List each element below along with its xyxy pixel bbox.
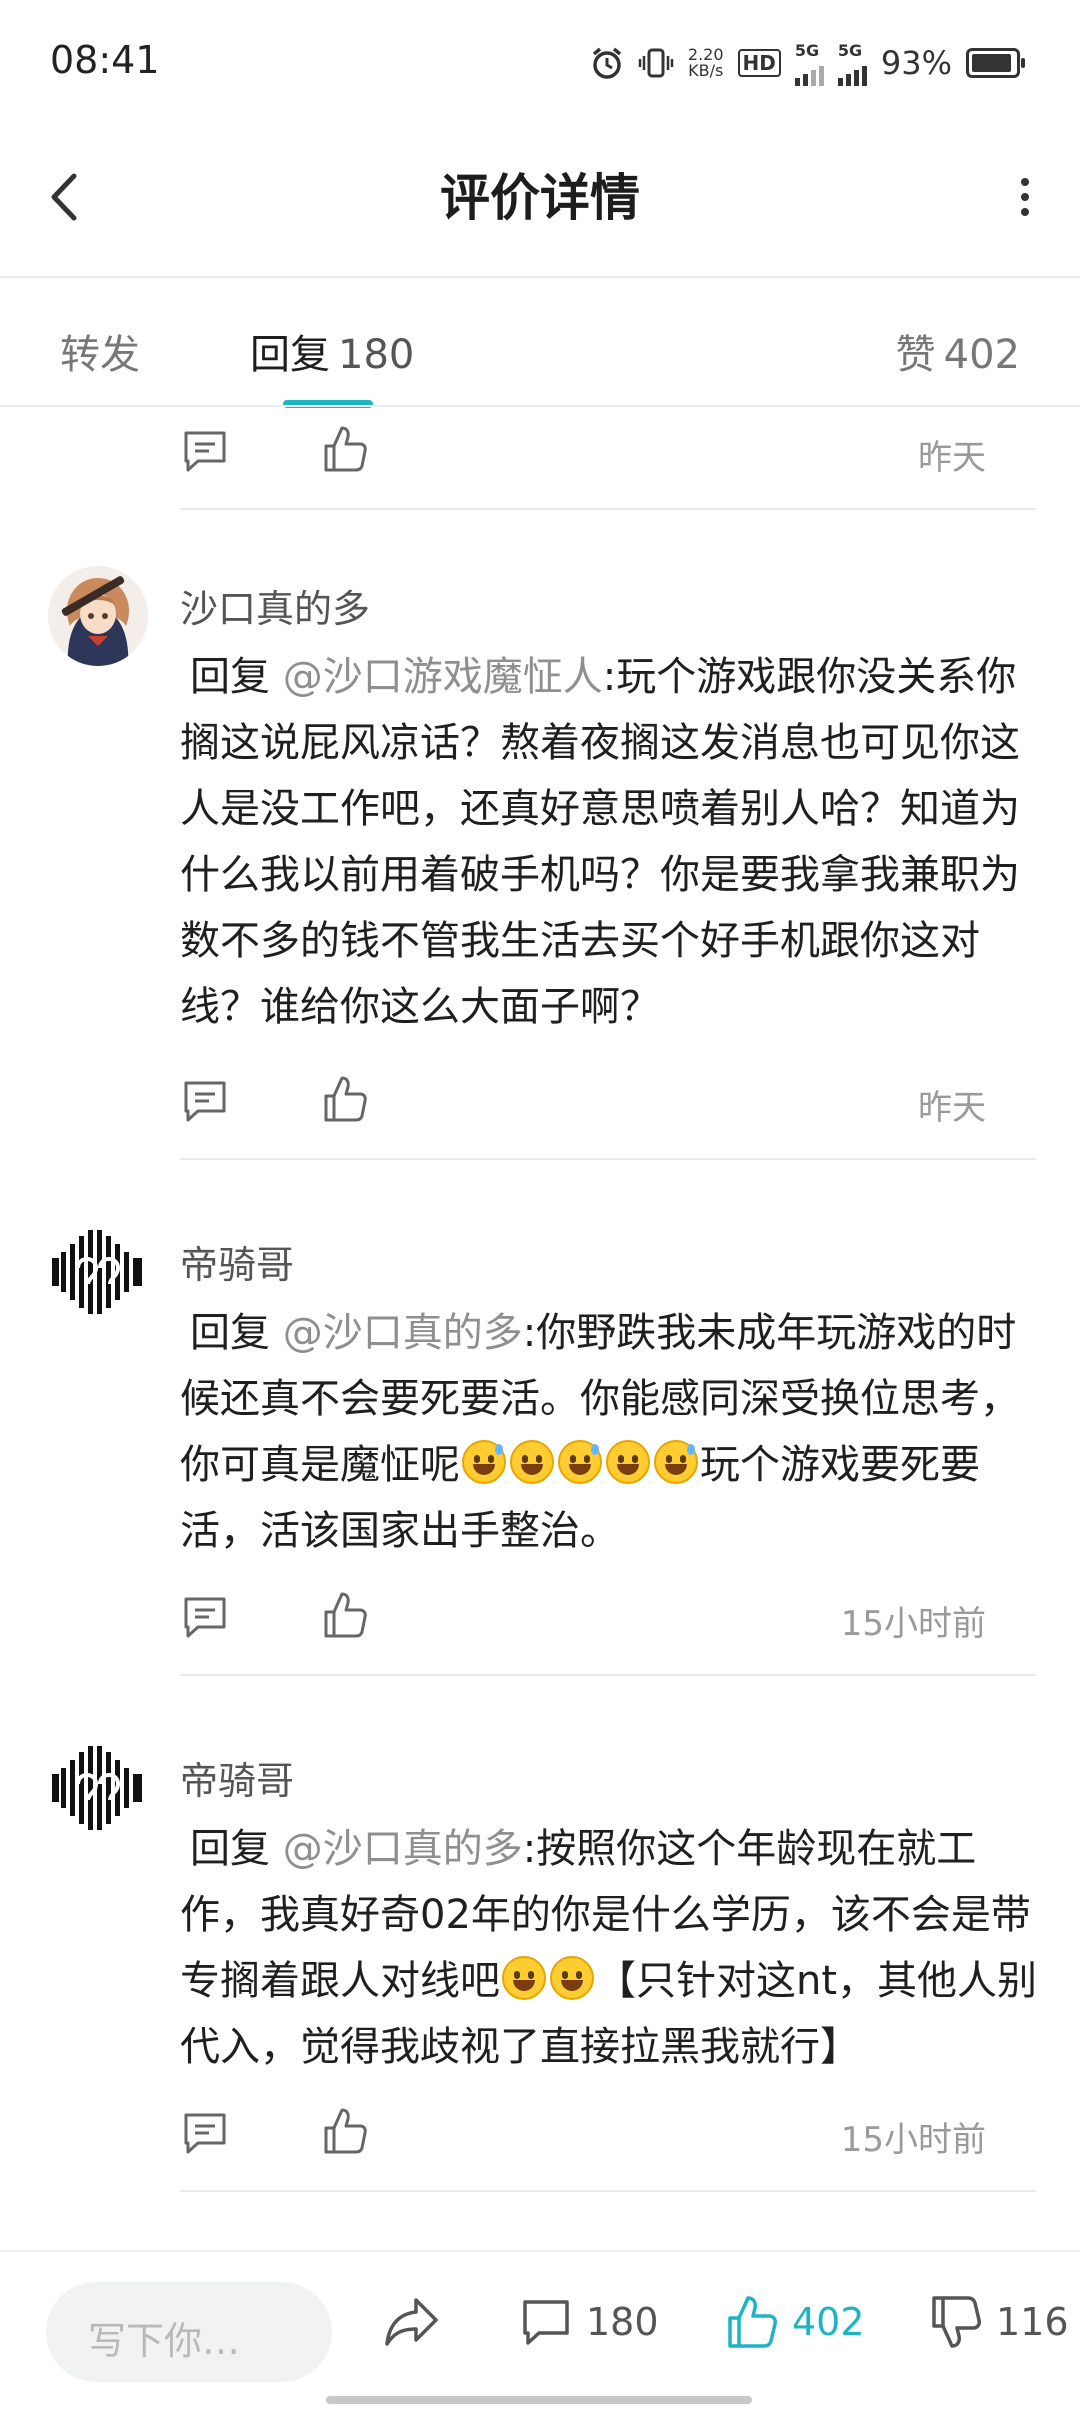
comment-time: 昨天	[918, 1088, 986, 1128]
comment-time: 15小时前	[840, 2120, 986, 2160]
net-speed: 2.20 KB/s	[688, 47, 724, 79]
grinning-emoji-icon	[510, 1440, 554, 1484]
comment-text: 回复 @沙口真的多:你野跌我未成年玩游戏的时候还真不会要死要活。你能感同深受换位…	[180, 1300, 1040, 1564]
more-options-icon[interactable]	[1010, 162, 1040, 232]
comment-icon[interactable]	[182, 428, 228, 474]
comment-separator	[180, 1158, 1036, 1160]
battery-icon	[966, 48, 1025, 78]
grinning-emoji-icon	[606, 1440, 650, 1484]
vibrate-icon	[638, 48, 674, 78]
tab-reply-count: 180	[338, 332, 415, 378]
reply-prefix: 回复	[190, 1826, 283, 1872]
like-count-button[interactable]: 402	[726, 2292, 865, 2352]
reply-input[interactable]: 写下你…	[46, 2282, 332, 2382]
username[interactable]: 沙口真的多	[180, 578, 370, 633]
thumbs-up-icon[interactable]	[322, 1590, 368, 1640]
reply-count-button[interactable]: 180	[520, 2292, 659, 2352]
comment-actions: 15小时前	[180, 1582, 1036, 1652]
comment-actions: 15小时前	[180, 2098, 1036, 2168]
tab-forward-label: 转发	[60, 332, 140, 378]
comment-content: :玩个游戏跟你没关系你搁这说屁风凉话？熬着夜搁这发消息也可见你这人是没工作吧，还…	[180, 654, 1020, 1030]
username[interactable]: 帝骑哥	[180, 1234, 294, 1289]
status-time: 08:41	[50, 38, 160, 82]
battery-fill	[972, 54, 1011, 72]
thumbs-up-icon	[728, 2296, 777, 2348]
signal-1-label: 5G	[794, 40, 820, 60]
username[interactable]: 帝骑哥	[180, 1750, 294, 1805]
status-bar: 08:41 2.20 KB/s HD 5G 5G 93%	[0, 0, 1080, 120]
comment-separator	[180, 508, 1036, 510]
avatar[interactable]	[48, 1738, 148, 1838]
signal-2-bars-icon	[837, 60, 867, 86]
tabs-divider	[0, 405, 1080, 407]
smiley-emoji-icon	[550, 1956, 594, 2000]
share-icon	[385, 2298, 438, 2346]
bottom-action-bar: 写下你… 180 402 116	[0, 2250, 1080, 2410]
alarm-icon	[592, 47, 622, 79]
avatar[interactable]	[48, 1222, 148, 1322]
comment-item: 沙口真的多 回复 @沙口游戏魔怔人:玩个游戏跟你没关系你搁这说屁风凉话？熬着夜搁…	[0, 566, 1080, 1030]
signal-2-label: 5G	[837, 40, 863, 60]
signal-1-bars-icon	[794, 60, 824, 86]
smiley-emoji-icon	[502, 1956, 546, 2000]
page-title: 评价详情	[440, 169, 640, 227]
mention-link[interactable]: @沙口真的多	[283, 1826, 523, 1872]
app-header: 评价详情	[0, 120, 1080, 276]
tab-like-count: 402	[943, 332, 1020, 378]
decade-logo-avatar-icon	[48, 1738, 148, 1838]
dislike-count: 116	[996, 2300, 1069, 2344]
thumbs-down-icon	[932, 2296, 981, 2348]
thumbs-up-icon[interactable]	[322, 424, 368, 474]
comment-separator	[180, 1674, 1036, 1676]
comment-item: 帝骑哥 回复 @沙口真的多:你野跌我未成年玩游戏的时候还真不会要死要活。你能感同…	[0, 1222, 1080, 1554]
tab-like-label: 赞	[895, 332, 936, 378]
home-indicator[interactable]	[326, 2396, 752, 2404]
comment-text: 回复 @沙口真的多:按照你这个年龄现在就工作，我真好奇02年的你是什么学历，该不…	[180, 1816, 1040, 2080]
decade-logo-avatar-icon	[48, 1222, 148, 1322]
like-count: 402	[792, 2300, 865, 2344]
tab-like[interactable]: 赞 402	[896, 322, 1020, 380]
mention-link[interactable]: @沙口游戏魔怔人	[283, 654, 603, 700]
comment-item: 帝骑哥 回复 @沙口真的多:按照你这个年龄现在就工作，我真好奇02年的你是什么学…	[0, 1738, 1080, 2070]
comment-separator	[180, 2190, 1036, 2192]
battery-percent: 93%	[880, 44, 952, 82]
dislike-count-button[interactable]: 116	[930, 2292, 1069, 2352]
tab-bar: 转发 回复 180 赞 402	[0, 278, 1080, 408]
grinning-sweat-emoji-icon	[462, 1440, 506, 1484]
comment-icon	[523, 2300, 569, 2345]
reply-prefix: 回复	[190, 1310, 283, 1356]
comment-text: 回复 @沙口游戏魔怔人:玩个游戏跟你没关系你搁这说屁风凉话？熬着夜搁这发消息也可…	[180, 644, 1040, 1040]
reply-input-placeholder: 写下你…	[88, 2319, 241, 2363]
comment-time: 15小时前	[840, 1604, 986, 1644]
share-button[interactable]	[382, 2292, 442, 2352]
signal-1: 5G	[794, 40, 824, 86]
grinning-sweat-emoji-icon	[558, 1440, 602, 1484]
tab-reply[interactable]: 回复 180	[250, 322, 414, 380]
hd-badge: HD	[737, 49, 781, 77]
thumbs-up-icon[interactable]	[322, 1074, 368, 1124]
reply-count: 180	[586, 2300, 659, 2344]
net-speed-unit: KB/s	[688, 61, 724, 80]
status-icons: 2.20 KB/s HD 5G 5G 93%	[590, 40, 1025, 86]
comment-actions: 昨天	[180, 1066, 1036, 1136]
mention-link[interactable]: @沙口真的多	[283, 1310, 523, 1356]
comment-icon[interactable]	[182, 2110, 228, 2156]
grinning-sweat-emoji-icon	[654, 1440, 698, 1484]
thumbs-up-icon[interactable]	[322, 2106, 368, 2156]
avatar[interactable]	[48, 566, 148, 666]
anime-avatar-icon	[48, 566, 148, 666]
comment-icon[interactable]	[182, 1594, 228, 1640]
signal-2: 5G	[837, 40, 867, 86]
tab-reply-label: 回复	[250, 332, 330, 378]
reply-prefix: 回复	[190, 654, 283, 700]
comment-icon[interactable]	[182, 1078, 228, 1124]
tab-forward[interactable]: 转发	[60, 322, 140, 380]
comment-actions: 昨天	[180, 416, 1036, 486]
comment-time: 昨天	[918, 438, 986, 478]
